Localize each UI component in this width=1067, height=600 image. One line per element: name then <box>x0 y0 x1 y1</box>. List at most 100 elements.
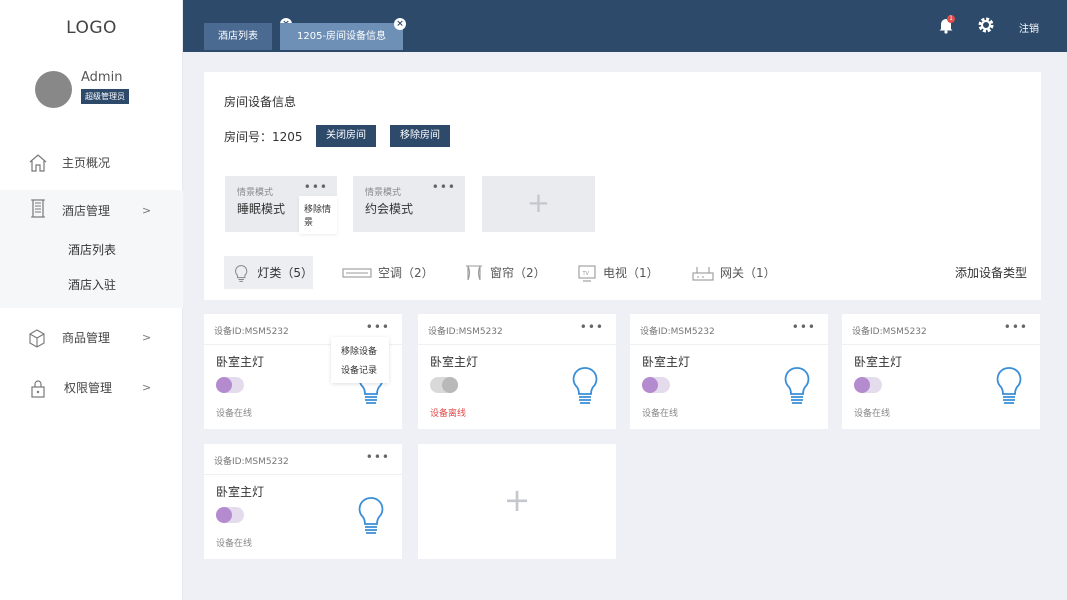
room-number: 房间号：1205 <box>224 128 303 145</box>
sidebar-item-goods[interactable]: 商品管理 > <box>0 317 183 357</box>
device-status: 设备在线 <box>642 409 679 419</box>
more-icon[interactable]: ••• <box>304 180 328 194</box>
sidebar-item-label: 商品管理 <box>62 330 111 345</box>
tab-hotel-list[interactable]: 酒店列表 × <box>204 18 292 50</box>
device-name: 卧室主灯 <box>216 485 265 499</box>
user-role-badge: 超级管理员 <box>81 89 129 104</box>
device-id: 设备ID:MSM5232 <box>640 327 715 337</box>
device-records-option[interactable]: 设备记录 <box>331 360 389 379</box>
device-card-header: 设备ID:MSM5232 ••• <box>630 314 828 345</box>
device-card-header: 设备ID:MSM5232 ••• <box>418 314 616 345</box>
device-card[interactable]: 设备ID:MSM5232 ••• 卧室主灯 设备在线 <box>842 314 1040 429</box>
more-icon[interactable]: ••• <box>432 180 456 194</box>
chevron-right-icon: > <box>142 203 152 217</box>
device-type-label: 灯类（5） <box>257 266 313 280</box>
device-type-tab-gateway[interactable]: 网关（1） <box>692 256 776 289</box>
device-type-label: 空调（2） <box>378 266 434 280</box>
device-type-label: 网关（1） <box>720 266 776 280</box>
device-name: 卧室主灯 <box>430 355 479 369</box>
bulb-icon <box>357 496 385 538</box>
device-status: 设备在线 <box>854 409 891 419</box>
sidebar-subitem-hotel-list[interactable]: 酒店列表 <box>68 241 116 258</box>
sidebar-item-label: 主页概况 <box>62 155 111 170</box>
remove-device-option[interactable]: 移除设备 <box>331 341 389 360</box>
device-status: 设备在线 <box>216 539 253 549</box>
tab-label: 1205-房间设备信息 <box>297 31 387 42</box>
home-icon <box>29 154 47 172</box>
device-id: 设备ID:MSM5232 <box>428 327 503 337</box>
close-icon[interactable]: × <box>394 18 406 30</box>
device-id: 设备ID:MSM5232 <box>214 457 289 467</box>
remove-scene-option[interactable]: 移除情景 <box>299 196 337 234</box>
tab-label: 酒店列表 <box>218 31 258 42</box>
tv-icon: TV <box>578 264 596 282</box>
sidebar-item-label: 酒店管理 <box>62 203 111 218</box>
room-number-value: 1205 <box>272 130 303 144</box>
device-card[interactable]: 设备ID:MSM5232 ••• 卧室主灯设备在线 <box>204 444 402 559</box>
device-name: 卧室主灯 <box>854 355 903 369</box>
add-device-type-link[interactable]: 添加设备类型 <box>955 264 1027 281</box>
logo: LOGO <box>66 18 117 38</box>
add-device-button[interactable]: + <box>418 444 616 559</box>
bulb-icon <box>235 264 248 282</box>
power-toggle[interactable] <box>216 377 244 393</box>
scene-name: 约会模式 <box>365 202 414 216</box>
device-card-header: 设备ID:MSM5232 ••• <box>204 444 402 475</box>
device-type-label: 窗帘（2） <box>490 266 546 280</box>
toggle-knob <box>642 377 658 393</box>
close-room-button[interactable]: 关闭房间 <box>316 125 376 147</box>
sidebar-item-permissions[interactable]: 权限管理 > <box>0 367 183 407</box>
power-toggle[interactable] <box>642 377 670 393</box>
power-toggle[interactable] <box>216 507 244 523</box>
remove-room-button[interactable]: 移除房间 <box>390 125 450 147</box>
chevron-right-icon: > <box>142 330 152 344</box>
cube-icon <box>29 329 45 348</box>
scene-card[interactable]: 情景模式 睡眠模式 ••• 移除情景 <box>225 176 337 234</box>
sidebar: LOGO Admin 超级管理员 主页概况 酒店管理 > 酒店列表 酒店入驻 商… <box>0 0 183 600</box>
more-icon[interactable]: ••• <box>366 320 390 334</box>
scene-name: 睡眠模式 <box>237 202 286 216</box>
chevron-right-icon: > <box>142 380 152 394</box>
scene-card[interactable]: 情景模式 约会模式 ••• <box>353 176 465 232</box>
device-menu: 移除设备 设备记录 <box>331 337 389 383</box>
device-type-tab-lights[interactable]: 灯类（5） <box>224 256 313 289</box>
device-card[interactable]: 设备ID:MSM5232 ••• 卧室主灯设备在线 <box>630 314 828 429</box>
device-type-label: 电视（1） <box>603 266 659 280</box>
air-conditioner-icon <box>342 267 372 278</box>
toggle-knob <box>216 507 232 523</box>
device-name: 卧室主灯 <box>216 355 265 369</box>
power-toggle[interactable] <box>854 377 882 393</box>
device-type-tab-tv[interactable]: TV 电视（1） <box>577 256 659 289</box>
toggle-knob <box>216 377 232 393</box>
device-type-tab-ac[interactable]: 空调（2） <box>342 256 434 289</box>
add-scene-button[interactable]: + <box>482 176 595 232</box>
sidebar-item-hotel[interactable]: 酒店管理 > <box>0 190 183 230</box>
device-card[interactable]: 设备ID:MSM5232 ••• 卧室主灯 设备在线 移除设备 设备记录 <box>204 314 402 429</box>
toggle-knob <box>442 377 458 393</box>
more-icon[interactable]: ••• <box>792 320 816 334</box>
bulb-icon <box>571 366 599 408</box>
power-toggle[interactable] <box>430 377 458 393</box>
room-info-panel: 房间设备信息 房间号：1205 关闭房间 移除房间 情景模式 睡眠模式 ••• … <box>204 72 1041 300</box>
bulb-icon <box>995 366 1023 408</box>
room-number-label: 房间号： <box>224 130 273 144</box>
device-name: 卧室主灯 <box>642 355 691 369</box>
sidebar-item-label: 权限管理 <box>64 380 113 395</box>
top-bar: 酒店列表 × 1205-房间设备信息 × 1 注销 <box>183 0 1067 52</box>
gear-icon[interactable] <box>977 16 995 34</box>
user-name: Admin <box>81 70 123 85</box>
svg-text:TV: TV <box>582 271 590 277</box>
more-icon[interactable]: ••• <box>366 450 390 464</box>
more-icon[interactable]: ••• <box>1004 320 1028 334</box>
device-card[interactable]: 设备ID:MSM5232 ••• 卧室主灯设备离线 <box>418 314 616 429</box>
logout-button[interactable]: 注销 <box>1019 20 1039 35</box>
device-status: 设备离线 <box>430 409 467 419</box>
device-type-tab-curtain[interactable]: 窗帘（2） <box>464 256 546 289</box>
panel-title: 房间设备信息 <box>224 95 297 109</box>
sidebar-item-overview[interactable]: 主页概况 <box>0 142 183 182</box>
bulb-icon <box>783 366 811 408</box>
more-icon[interactable]: ••• <box>580 320 604 334</box>
sidebar-subitem-hotel-checkin[interactable]: 酒店入驻 <box>68 276 116 293</box>
tab-room-devices[interactable]: 1205-房间设备信息 × <box>280 18 406 50</box>
avatar[interactable] <box>35 71 72 108</box>
